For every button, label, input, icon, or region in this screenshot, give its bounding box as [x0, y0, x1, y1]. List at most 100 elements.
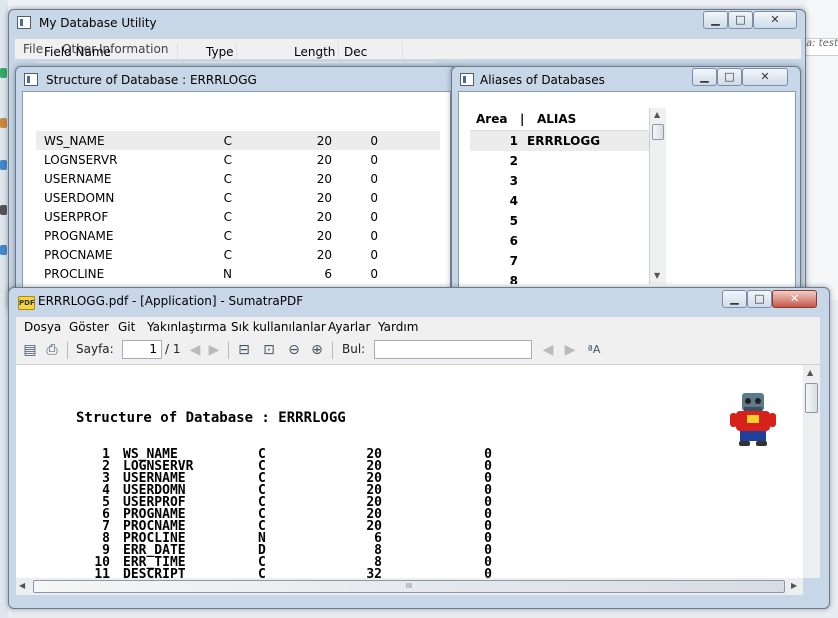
- table-row[interactable]: USERDOMN C 20 0: [36, 188, 440, 207]
- structure-window-title: Structure of Database : ERRRLOGG: [46, 73, 257, 87]
- app-icon: [17, 16, 31, 29]
- alias-cell: ERRRLOGG: [527, 134, 601, 148]
- pdf-field-name: DESCRIPT: [123, 567, 186, 578]
- sumatra-maximize-button[interactable]: □: [747, 290, 772, 308]
- area-cell: 8: [509, 274, 518, 284]
- pdf-page-view[interactable]: Structure of Database : ERRRLOGG 1 WS_NAM…: [16, 365, 803, 578]
- list-item[interactable]: 8: [470, 271, 650, 284]
- pdf-horizontal-scrollbar[interactable]: ◀ III ▶: [16, 578, 803, 595]
- scroll-thumb[interactable]: [652, 124, 664, 140]
- type-cell: C: [223, 153, 232, 167]
- list-item[interactable]: 6: [470, 231, 650, 251]
- structure-titlebar[interactable]: Structure of Database : ERRRLOGG: [16, 67, 456, 93]
- menu-yakinlastirma[interactable]: Yakınlaştırma: [147, 320, 227, 334]
- print-icon[interactable]: ⎙: [44, 342, 60, 358]
- main-window-title: My Database Utility: [39, 16, 157, 30]
- find-input[interactable]: [374, 340, 532, 359]
- zoom-in-icon[interactable]: ⊕: [309, 342, 325, 358]
- table-row[interactable]: LOGNSERVR C 20 0: [36, 150, 440, 169]
- list-item[interactable]: 7: [470, 251, 650, 271]
- desktop-icon: [0, 68, 7, 78]
- list-item[interactable]: 5: [470, 211, 650, 231]
- list-item[interactable]: 4: [470, 191, 650, 211]
- open-file-icon[interactable]: ▤: [22, 342, 38, 358]
- menu-dosya[interactable]: Dosya: [24, 320, 61, 334]
- scroll-thumb[interactable]: III: [33, 580, 785, 593]
- aliases-maximize-button[interactable]: □: [717, 68, 742, 86]
- area-cell: 6: [509, 234, 518, 248]
- aliases-close-button[interactable]: ✕: [742, 68, 788, 86]
- length-cell: 20: [316, 172, 332, 186]
- maximize-icon: □: [735, 13, 746, 26]
- type-cell: C: [223, 210, 232, 224]
- scroll-right-icon[interactable]: ▶: [791, 581, 797, 590]
- field-name-cell: USERPROF: [44, 210, 109, 224]
- sumatra-minimize-button[interactable]: ▁: [722, 290, 747, 308]
- close-icon: ✕: [760, 70, 770, 83]
- table-row[interactable]: PROGNAME C 20 0: [36, 226, 440, 245]
- aliases-grid-header: Area | ALIAS: [470, 108, 648, 131]
- close-icon: ✕: [770, 13, 780, 26]
- col-dec[interactable]: Dec: [344, 45, 367, 59]
- next-page-icon[interactable]: ▶: [206, 342, 222, 358]
- fit-width-icon[interactable]: ⊡: [261, 342, 277, 358]
- minimize-button[interactable]: ▁: [703, 11, 728, 29]
- find-next-icon[interactable]: ▶: [562, 342, 578, 358]
- col-type[interactable]: Type: [206, 45, 234, 59]
- table-row[interactable]: USERNAME C 20 0: [36, 169, 440, 188]
- scroll-down-icon[interactable]: ▼: [654, 271, 660, 280]
- previous-page-icon[interactable]: ◀: [187, 342, 203, 358]
- aliases-titlebar[interactable]: Aliases of Databases ▁ □ ✕: [452, 67, 800, 93]
- sumatra-titlebar[interactable]: PDF ERRRLOGG.pdf - [Application] - Sumat…: [9, 288, 829, 314]
- desktop-icon: [0, 245, 7, 255]
- desktop-icon: [0, 118, 7, 128]
- aliases-window-title: Aliases of Databases: [480, 73, 605, 87]
- find-previous-icon[interactable]: ◀: [540, 342, 556, 358]
- zoom-out-icon[interactable]: ⊖: [286, 342, 302, 358]
- maximize-button[interactable]: □: [728, 11, 753, 29]
- type-cell: C: [223, 172, 232, 186]
- sumatra-close-button[interactable]: ✕: [772, 290, 817, 308]
- dec-cell: 0: [370, 134, 378, 148]
- list-item[interactable]: 3: [470, 171, 650, 191]
- length-cell: 20: [316, 134, 332, 148]
- menu-sik-kullanilanlar[interactable]: Sık kullanılanlar: [231, 320, 326, 334]
- scroll-thumb[interactable]: [805, 383, 818, 413]
- table-row[interactable]: PROCNAME C 20 0: [36, 245, 440, 264]
- menu-ayarlar[interactable]: Ayarlar: [328, 320, 370, 334]
- menu-yardim[interactable]: Yardım: [378, 320, 418, 334]
- page-number-input[interactable]: 1: [122, 340, 162, 359]
- sumatra-window-title: ERRRLOGG.pdf - [Application] - SumatraPD…: [38, 294, 304, 308]
- col-length[interactable]: Length: [294, 45, 335, 59]
- list-item[interactable]: 1 ERRRLOGG: [470, 131, 650, 151]
- aliases-minimize-button[interactable]: ▁: [692, 68, 717, 86]
- col-field-name[interactable]: Field Name: [44, 45, 111, 59]
- area-cell: 5: [509, 214, 518, 228]
- col-alias[interactable]: ALIAS: [537, 112, 576, 126]
- field-name-cell: WS_NAME: [44, 134, 105, 148]
- sumatra-window: PDF ERRRLOGG.pdf - [Application] - Sumat…: [8, 287, 830, 609]
- menu-goster[interactable]: Göster: [69, 320, 109, 334]
- table-row[interactable]: USERPROF C 20 0: [36, 207, 440, 226]
- scroll-up-icon[interactable]: ▲: [807, 368, 813, 377]
- type-cell: C: [223, 134, 232, 148]
- pdf-vertical-scrollbar[interactable]: ▲: [803, 365, 820, 578]
- table-row[interactable]: PROCLINE N 6 0: [36, 264, 440, 283]
- scroll-up-icon[interactable]: ▲: [654, 110, 660, 119]
- background-window-text: a: test: [806, 38, 838, 49]
- main-titlebar[interactable]: My Database Utility ▁ □ ✕: [9, 10, 805, 36]
- minimize-icon: ▁: [711, 13, 720, 26]
- dec-cell: 0: [370, 191, 378, 205]
- length-cell: 6: [324, 267, 332, 281]
- field-name-cell: USERDOMN: [44, 191, 115, 205]
- aliases-vertical-scrollbar[interactable]: ▲ ▼: [649, 108, 666, 284]
- table-row[interactable]: WS_NAME C 20 0: [36, 131, 440, 150]
- col-area[interactable]: Area: [476, 112, 507, 126]
- scroll-left-icon[interactable]: ◀: [19, 581, 25, 590]
- menu-git[interactable]: Git: [118, 320, 135, 334]
- fit-page-icon[interactable]: ⊟: [236, 342, 252, 358]
- desktop-left-strip: [0, 0, 8, 618]
- match-case-icon[interactable]: ªA: [586, 342, 602, 358]
- close-button[interactable]: ✕: [753, 11, 797, 29]
- list-item[interactable]: 2: [470, 151, 650, 171]
